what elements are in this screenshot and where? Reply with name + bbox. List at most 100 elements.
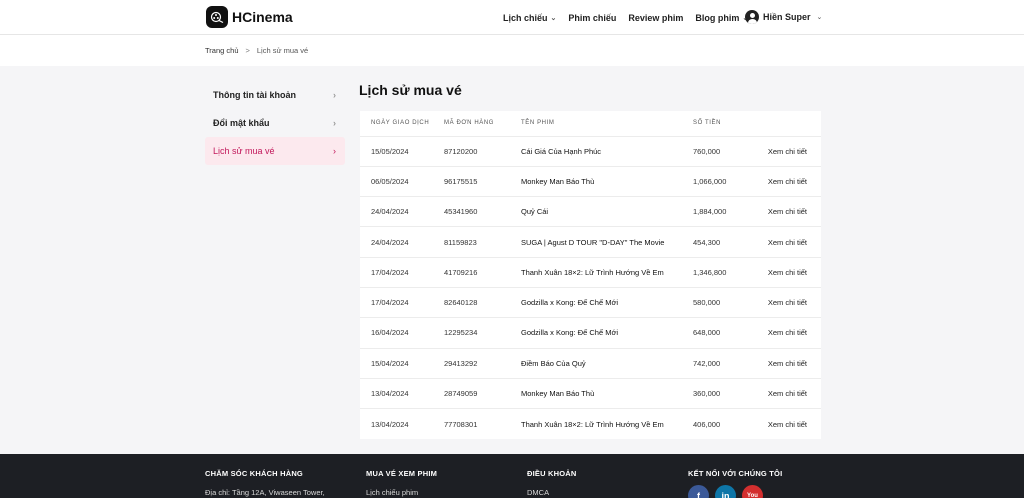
nav-item-label: Blog phim — [695, 12, 740, 23]
cell-film: Quỷ Cái — [521, 196, 693, 227]
view-details-link[interactable]: Xem chi tiết — [748, 226, 821, 258]
user-avatar-icon — [745, 10, 759, 24]
cell-amount: 454,300 — [693, 226, 748, 258]
chevron-right-icon: › — [333, 118, 336, 128]
table-row: 13/04/2024 28749059 Monkey Man Báo Thù 3… — [360, 377, 821, 409]
table-row: 16/04/2024 12295234 Godzilla x Kong: Đế … — [360, 317, 821, 349]
cell-order-id: 45341960 — [444, 196, 521, 227]
footer-column-tickets: MUA VÉ XEM PHIM Lịch chiếu phim — [366, 469, 437, 497]
nav-item-label: Review phim — [628, 12, 684, 23]
sidebar-item-label: Lịch sử mua vé — [213, 146, 275, 156]
cell-film: Godzilla x Kong: Đế Chế Mới — [521, 317, 693, 349]
view-details-link[interactable]: Xem chi tiết — [748, 256, 821, 288]
user-menu[interactable]: Hiền Super ⌄ — [745, 10, 822, 24]
cell-order-id: 41709216 — [444, 256, 521, 288]
table-row: 24/04/2024 45341960 Quỷ Cái 1,884,000 Xe… — [360, 196, 821, 227]
cell-film: Thanh Xuân 18×2: Lữ Trình Hướng Về Em — [521, 256, 693, 288]
breadcrumb-band: Trang chủ > Lịch sử mua vé — [0, 35, 1024, 66]
nav-item-reviews[interactable]: Review phim — [628, 13, 683, 23]
sidebar-item-change-password[interactable]: Đổi mật khẩu › — [205, 109, 345, 137]
cell-order-id: 87120200 — [444, 135, 521, 167]
page-title: Lịch sử mua vé — [359, 82, 462, 98]
cell-film: SUGA | Agust D TOUR "D-DAY" The Movie — [521, 226, 693, 258]
cell-amount: 1,066,000 — [693, 165, 748, 197]
table-row: 24/04/2024 81159823 SUGA | Agust D TOUR … — [360, 226, 821, 258]
sidebar-item-label: Đổi mật khẩu — [213, 118, 270, 128]
sidebar-item-purchase-history[interactable]: Lịch sử mua vé › — [205, 137, 345, 165]
column-header-action — [748, 111, 821, 136]
cell-date: 24/04/2024 — [360, 226, 444, 258]
view-details-link[interactable]: Xem chi tiết — [748, 286, 821, 318]
table-row: 15/05/2024 87120200 Cái Giá Của Hạnh Phú… — [360, 135, 821, 167]
table-row: 17/04/2024 41709216 Thanh Xuân 18×2: Lữ … — [360, 256, 821, 288]
breadcrumb: Trang chủ > Lịch sử mua vé — [205, 46, 308, 55]
cell-date: 17/04/2024 — [360, 286, 444, 318]
cell-order-id: 81159823 — [444, 226, 521, 258]
brand-logo[interactable]: HCinema — [206, 6, 293, 28]
view-details-link[interactable]: Xem chi tiết — [748, 347, 821, 379]
footer-heading: MUA VÉ XEM PHIM — [366, 469, 438, 478]
view-details-link[interactable]: Xem chi tiết — [748, 165, 821, 197]
cell-film: Điềm Báo Của Quỷ — [521, 347, 693, 379]
table-row: 13/04/2024 77708301 Thanh Xuân 18×2: Lữ … — [360, 408, 821, 439]
footer-column-connect: KẾT NỐI VỚI CHÚNG TÔI f in You — [688, 469, 782, 498]
account-sidebar: Thông tin tài khoản › Đổi mật khẩu › Lịc… — [205, 81, 345, 165]
footer-column-care: CHĂM SÓC KHÁCH HÀNG Địa chỉ: Tầng 12A, V… — [205, 469, 325, 497]
cell-date: 15/04/2024 — [360, 347, 444, 379]
view-details-link[interactable]: Xem chi tiết — [748, 317, 821, 349]
cell-film: Monkey Man Báo Thù — [521, 377, 693, 409]
cell-film: Cái Giá Của Hạnh Phúc — [521, 135, 693, 167]
site-footer: CHĂM SÓC KHÁCH HÀNG Địa chỉ: Tầng 12A, V… — [0, 454, 1024, 498]
footer-heading: CHĂM SÓC KHÁCH HÀNG — [205, 469, 303, 478]
table-header-row: NGÀY GIAO DỊCH MÃ ĐƠN HÀNG TÊN PHIM SỐ T… — [360, 111, 821, 136]
cell-amount: 742,000 — [693, 347, 748, 379]
film-reel-icon — [206, 6, 228, 28]
chevron-down-icon: ⌄ — [550, 14, 557, 22]
table-row: 15/04/2024 29413292 Điềm Báo Của Quỷ 742… — [360, 347, 821, 379]
breadcrumb-separator: > — [245, 46, 250, 55]
cell-film: Godzilla x Kong: Đế Chế Mới — [521, 286, 693, 318]
table-row: 06/05/2024 96175515 Monkey Man Báo Thù 1… — [360, 165, 821, 197]
youtube-icon[interactable]: You — [742, 485, 763, 498]
breadcrumb-home[interactable]: Trang chủ — [205, 46, 239, 55]
cell-order-id: 77708301 — [444, 408, 521, 439]
view-details-link[interactable]: Xem chi tiết — [748, 408, 821, 439]
nav-item-label: Phim chiếu — [568, 12, 617, 23]
nav-item-blog[interactable]: Blog phim ⌄ — [695, 13, 748, 23]
cell-date: 17/04/2024 — [360, 256, 444, 288]
linkedin-icon[interactable]: in — [715, 485, 736, 498]
nav-item-schedule[interactable]: Lịch chiếu ⌄ — [503, 13, 556, 23]
cell-amount: 580,000 — [693, 286, 748, 318]
cell-film: Monkey Man Báo Thù — [521, 165, 693, 197]
cell-date: 13/04/2024 — [360, 377, 444, 409]
view-details-link[interactable]: Xem chi tiết — [748, 135, 821, 167]
footer-heading: KẾT NỐI VỚI CHÚNG TÔI — [688, 469, 783, 478]
cell-date: 13/04/2024 — [360, 408, 444, 439]
site-header: HCinema Lịch chiếu ⌄ Phim chiếu Review p… — [0, 0, 1024, 35]
footer-heading: ĐIỀU KHOẢN — [527, 469, 577, 478]
social-links: f in You — [688, 485, 782, 498]
nav-item-movies[interactable]: Phim chiếu — [568, 13, 616, 23]
footer-link-dmca[interactable]: DMCA — [527, 488, 577, 497]
cell-amount: 406,000 — [693, 408, 748, 439]
footer-address: Địa chỉ: Tầng 12A, Viwaseen Tower, — [205, 488, 325, 497]
facebook-icon[interactable]: f — [688, 485, 709, 498]
cell-order-id: 96175515 — [444, 165, 521, 197]
footer-link-schedule[interactable]: Lịch chiếu phim — [366, 488, 437, 497]
main-nav: Lịch chiếu ⌄ Phim chiếu Review phim Blog… — [503, 0, 760, 35]
column-header-order: MÃ ĐƠN HÀNG — [444, 120, 495, 127]
cell-amount: 1,346,800 — [693, 256, 748, 288]
chevron-down-icon: ⌄ — [816, 14, 823, 21]
purchase-history-table: NGÀY GIAO DỊCH MÃ ĐƠN HÀNG TÊN PHIM SỐ T… — [360, 111, 821, 439]
cell-order-id: 29413292 — [444, 347, 521, 379]
sidebar-item-account-info[interactable]: Thông tin tài khoản › — [205, 81, 345, 109]
cell-amount: 1,884,000 — [693, 196, 748, 227]
column-header-amount: SỐ TIỀN — [693, 120, 722, 127]
footer-column-terms: ĐIỀU KHOẢN DMCA — [527, 469, 577, 497]
view-details-link[interactable]: Xem chi tiết — [748, 377, 821, 409]
view-details-link[interactable]: Xem chi tiết — [748, 196, 821, 227]
cell-date: 06/05/2024 — [360, 165, 444, 197]
cell-date: 24/04/2024 — [360, 196, 444, 227]
cell-film: Thanh Xuân 18×2: Lữ Trình Hướng Về Em — [521, 408, 693, 439]
column-header-film: TÊN PHIM — [521, 120, 555, 127]
